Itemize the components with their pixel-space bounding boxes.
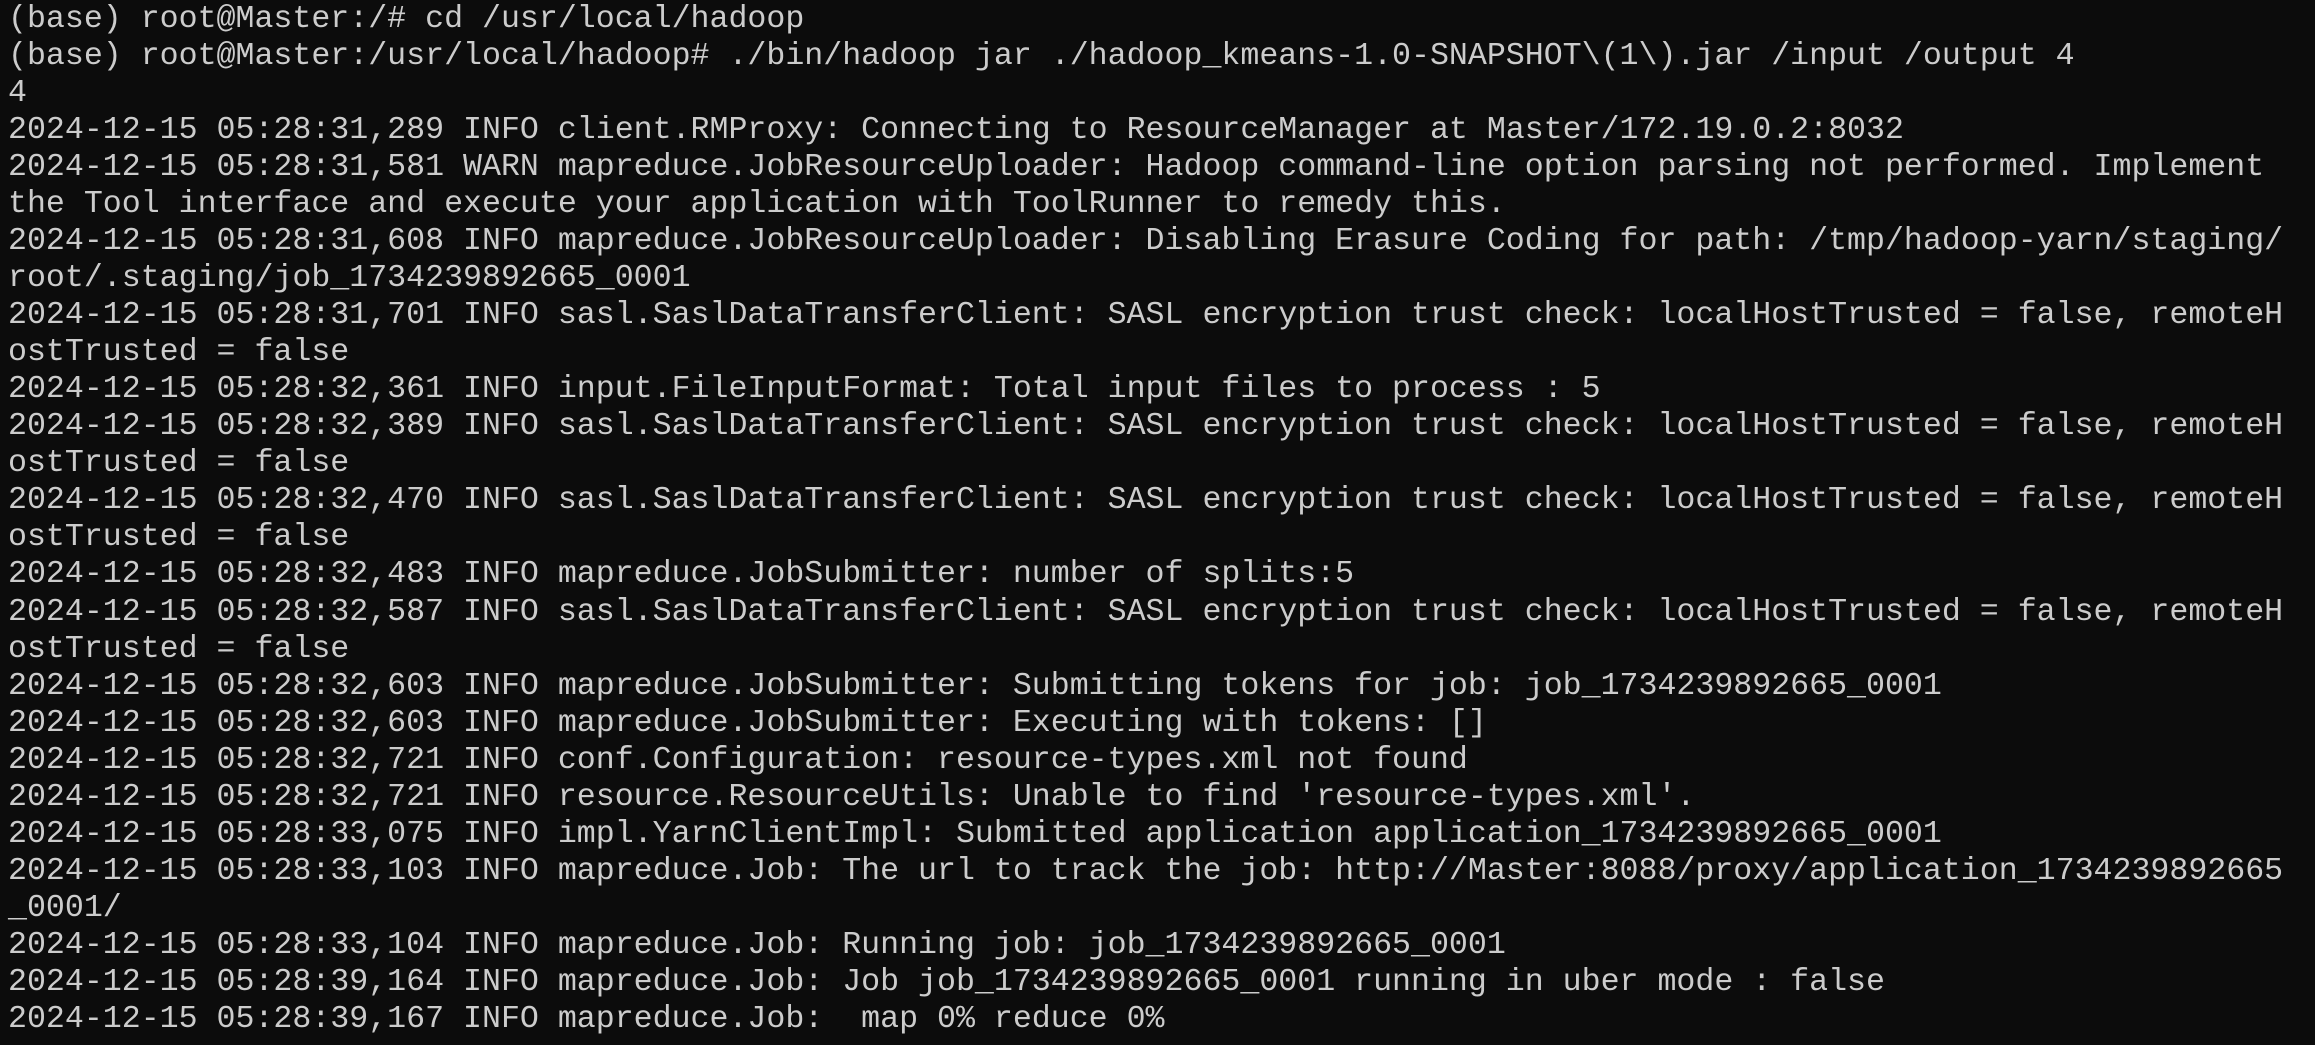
terminal-line: 2024-12-15 05:28:32,470 INFO sasl.SaslDa… [8,483,2284,519]
terminal-line: 2024-12-15 05:28:31,608 INFO mapreduce.J… [8,224,2284,260]
terminal-output[interactable]: (base) root@Master:/# cd /usr/local/hado… [0,0,2315,1045]
terminal-line: the Tool interface and execute your appl… [8,187,1506,223]
terminal-line: 2024-12-15 05:28:33,075 INFO impl.YarnCl… [8,816,1942,852]
terminal-line: ostTrusted = false [8,631,350,667]
terminal-line: ostTrusted = false [8,520,350,556]
terminal-line: root/.staging/job_1734239892665_0001 [8,261,691,297]
terminal-line: 2024-12-15 05:28:32,483 INFO mapreduce.J… [8,557,1355,593]
terminal-line: 2024-12-15 05:28:39,164 INFO mapreduce.J… [8,964,1885,1000]
terminal-line: 2024-12-15 05:28:39,167 INFO mapreduce.J… [8,1001,1165,1037]
terminal-line: (base) root@Master:/usr/local/hadoop# ./… [8,39,2075,75]
terminal-line: _0001/ [8,890,122,926]
terminal-line: 2024-12-15 05:28:33,104 INFO mapreduce.J… [8,927,1506,963]
terminal-line: 2024-12-15 05:28:31,701 INFO sasl.SaslDa… [8,298,2284,334]
terminal-line: 2024-12-15 05:28:32,389 INFO sasl.SaslDa… [8,409,2284,445]
terminal-line: 2024-12-15 05:28:32,603 INFO mapreduce.J… [8,668,1942,704]
terminal-line: 2024-12-15 05:28:32,721 INFO conf.Config… [8,742,1468,778]
terminal-line: 2024-12-15 05:28:31,289 INFO client.RMPr… [8,113,1904,149]
terminal-line: 2024-12-15 05:28:32,603 INFO mapreduce.J… [8,705,1487,741]
terminal-line: 2024-12-15 05:28:32,587 INFO sasl.SaslDa… [8,594,2284,630]
terminal-line: 2024-12-15 05:28:31,581 WARN mapreduce.J… [8,150,2265,186]
terminal-line: 2024-12-15 05:28:33,103 INFO mapreduce.J… [8,853,2284,889]
terminal-line: ostTrusted = false [8,446,350,482]
terminal-line: ostTrusted = false [8,335,350,371]
terminal-line: (base) root@Master:/# cd /usr/local/hado… [8,2,805,37]
terminal-line: 2024-12-15 05:28:32,721 INFO resource.Re… [8,779,1696,815]
terminal-line: 2024-12-15 05:28:32,361 INFO input.FileI… [8,372,1601,408]
terminal-line: 4 [8,76,27,112]
